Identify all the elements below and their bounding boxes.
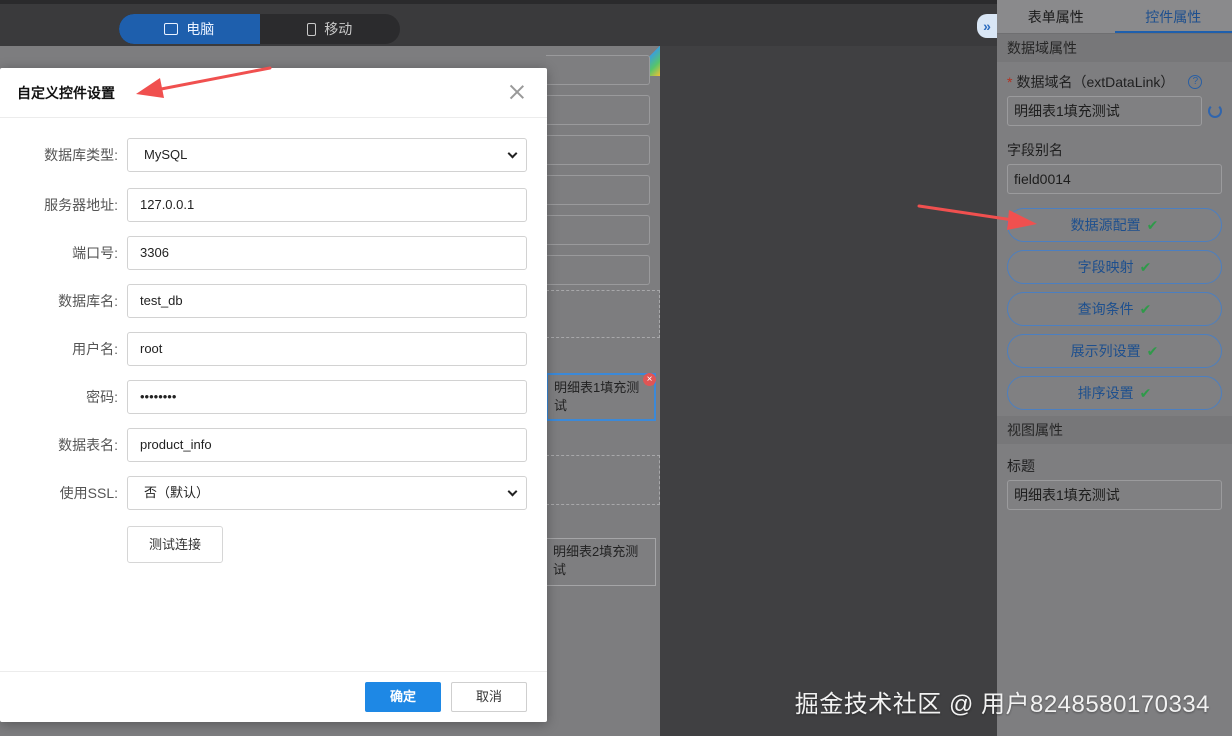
data-field-input[interactable]: 明细表1填充测试: [1007, 96, 1202, 126]
field-mapping-button[interactable]: 字段映射 ✔: [1007, 250, 1222, 284]
canvas-field[interactable]: [546, 135, 650, 165]
server-address-input[interactable]: 127.0.0.1: [127, 188, 527, 222]
db-name-row: 数据库名: test_db: [0, 284, 547, 318]
canvas-field[interactable]: [546, 175, 650, 205]
data-field-label: 数据域名（extDataLink）: [1016, 74, 1175, 90]
button-label: 查询条件: [1077, 301, 1134, 317]
cell-text: 明细表2填充测试: [553, 544, 639, 577]
ssl-select[interactable]: 否（默认）: [127, 476, 527, 510]
monitor-icon: [164, 23, 179, 35]
db-name-label: 数据库名:: [58, 293, 118, 309]
button-label: 排序设置: [1077, 385, 1134, 401]
detail-table-2-cell[interactable]: 明细表2填充测试: [546, 538, 656, 586]
check-icon: ✔: [1146, 217, 1159, 233]
canvas-field[interactable]: [546, 95, 650, 125]
canvas-drop-zone: [546, 290, 660, 338]
annotation-arrow-dialog: [136, 66, 272, 98]
watermark: 掘金技术社区 @ 用户8248580170334: [794, 691, 1210, 718]
password-label: 密码:: [86, 389, 118, 405]
phone-icon: [307, 22, 317, 36]
chevron-down-icon: [507, 148, 518, 159]
data-section-title: 数据域属性: [997, 34, 1232, 62]
chevron-down-icon: [507, 486, 518, 497]
desktop-label: 电脑: [186, 21, 215, 37]
close-icon[interactable]: [509, 84, 525, 100]
dialog-footer: 确定 取消: [0, 671, 547, 722]
device-toggle: 电脑 移动: [119, 14, 400, 44]
data-field-label-row: * 数据域名（extDataLink） ?: [997, 62, 1232, 96]
custom-control-dialog: 自定义控件设置 数据库类型: MySQL 服务器地址: 127.0.0.1 端口…: [0, 68, 547, 722]
properties-panel: 表单属性 控件属性 数据域属性 * 数据域名（extDataLink） ? 明细…: [997, 0, 1232, 736]
db-type-label: 数据库类型:: [44, 147, 118, 163]
button-label: 展示列设置: [1070, 343, 1141, 359]
table-name-input[interactable]: product_info: [127, 428, 527, 462]
confirm-button[interactable]: 确定: [365, 682, 441, 712]
check-icon: ✔: [1146, 343, 1159, 359]
tab-control-properties[interactable]: 控件属性: [1114, 0, 1232, 33]
password-input[interactable]: ••••••••: [127, 380, 527, 414]
cell-text: 明细表1填充测试: [554, 380, 640, 413]
query-condition-button[interactable]: 查询条件 ✔: [1007, 292, 1222, 326]
canvas-field[interactable]: [546, 55, 650, 85]
username-input[interactable]: root: [127, 332, 527, 366]
password-row: 密码: ••••••••: [0, 380, 547, 414]
alias-label: 字段别名: [1007, 142, 1063, 158]
ssl-row: 使用SSL: 否（默认）: [0, 476, 547, 510]
sort-settings-button[interactable]: 排序设置 ✔: [1007, 376, 1222, 410]
alias-input[interactable]: field0014: [1007, 164, 1222, 194]
delete-icon[interactable]: ×: [643, 373, 656, 386]
db-type-select[interactable]: MySQL: [127, 138, 527, 172]
desktop-tab[interactable]: 电脑: [119, 14, 260, 44]
canvas-drop-zone: [546, 455, 660, 505]
canvas-field[interactable]: [546, 255, 650, 285]
server-address-label: 服务器地址:: [44, 197, 118, 213]
mobile-tab[interactable]: 移动: [260, 14, 401, 44]
port-label: 端口号:: [72, 245, 118, 261]
required-mark: *: [1007, 74, 1013, 90]
workspace-background: [660, 46, 997, 736]
port-input[interactable]: 3306: [127, 236, 527, 270]
canvas-field[interactable]: [546, 215, 650, 245]
annotation-arrow-datasource: [917, 204, 1037, 230]
ssl-value: 否（默认）: [144, 485, 210, 500]
db-type-value: MySQL: [144, 147, 188, 162]
view-section-title: 视图属性: [997, 416, 1232, 444]
tab-form-properties[interactable]: 表单属性: [997, 0, 1115, 33]
check-icon: ✔: [1139, 385, 1152, 401]
help-icon[interactable]: ?: [1188, 75, 1203, 89]
username-label: 用户名:: [72, 341, 118, 357]
dialog-title: 自定义控件设置: [17, 84, 115, 101]
title-label: 标题: [1007, 458, 1035, 474]
server-address-row: 服务器地址: 127.0.0.1: [0, 188, 547, 222]
table-name-row: 数据表名: product_info: [0, 428, 547, 462]
button-label: 数据源配置: [1070, 217, 1141, 233]
check-icon: ✔: [1139, 259, 1152, 275]
title-input[interactable]: 明细表1填充测试: [1007, 480, 1222, 510]
collapse-panel-button[interactable]: »: [977, 14, 997, 38]
panel-tabs: 表单属性 控件属性: [997, 0, 1232, 34]
test-connection-button[interactable]: 测试连接: [127, 526, 223, 563]
refresh-icon[interactable]: [1208, 104, 1222, 118]
detail-table-1-cell[interactable]: 明细表1填充测试 ×: [546, 373, 656, 421]
mobile-label: 移动: [324, 21, 353, 37]
display-columns-button[interactable]: 展示列设置 ✔: [1007, 334, 1222, 368]
table-name-label: 数据表名:: [58, 437, 118, 453]
check-icon: ✔: [1139, 301, 1152, 317]
port-row: 端口号: 3306: [0, 236, 547, 270]
db-name-input[interactable]: test_db: [127, 284, 527, 318]
ssl-label: 使用SSL:: [59, 485, 118, 501]
cancel-button[interactable]: 取消: [451, 682, 527, 712]
db-type-row: 数据库类型: MySQL: [0, 138, 547, 172]
username-row: 用户名: root: [0, 332, 547, 366]
button-label: 字段映射: [1077, 259, 1134, 275]
